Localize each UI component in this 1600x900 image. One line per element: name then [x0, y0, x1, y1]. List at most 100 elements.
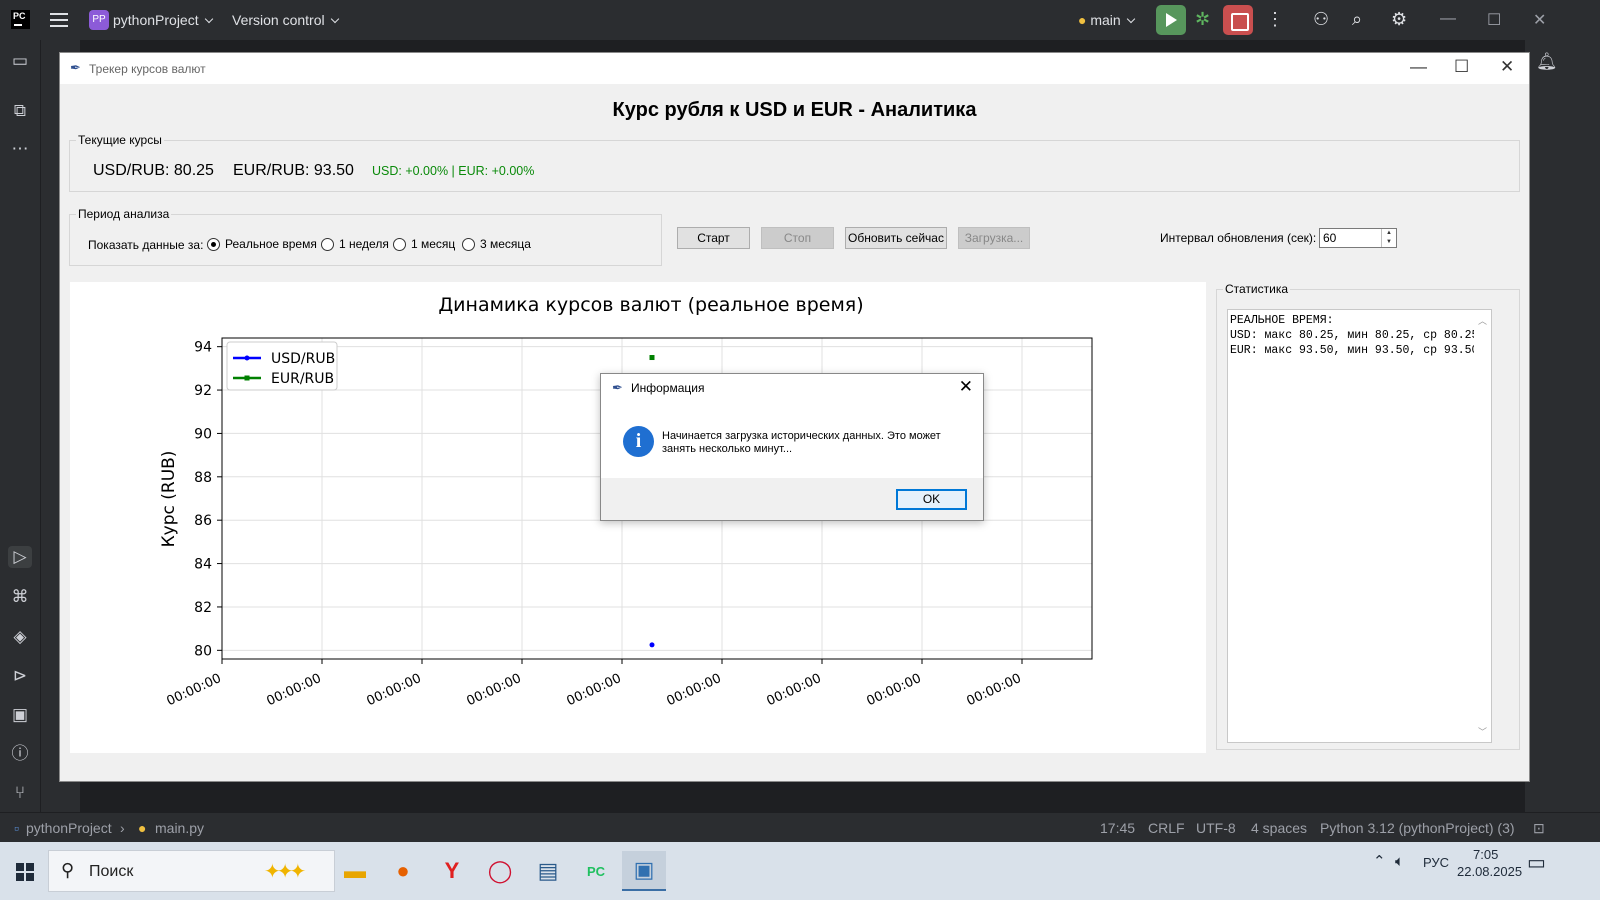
ok-button[interactable]: OK	[896, 489, 967, 510]
notifications-icon[interactable]: ▭	[1527, 850, 1546, 875]
breadcrumb-project[interactable]: pythonProject	[26, 820, 112, 836]
file-encoding[interactable]: UTF-8	[1196, 820, 1236, 836]
tray-chevron-up-icon[interactable]: ⌃	[1373, 852, 1386, 870]
services-icon[interactable]: ⊳	[8, 665, 32, 687]
close-icon[interactable]: ✕	[1500, 57, 1514, 77]
indent-setting[interactable]: 4 spaces	[1251, 820, 1307, 836]
eur-rate-label: EUR/RUB: 93.50	[233, 162, 354, 179]
data-point-eur	[649, 355, 655, 361]
line-separator[interactable]: CRLF	[1148, 820, 1185, 836]
radio-indicator	[462, 237, 475, 251]
scroll-down-icon[interactable]: ﹀	[1474, 725, 1491, 738]
y-tick-label: 82	[194, 600, 212, 616]
period-label: Показать данные за:	[88, 238, 204, 252]
project-folder-icon[interactable]: ▭	[8, 50, 32, 72]
problems-icon[interactable]: ⓘ	[8, 743, 32, 765]
stop-run-button[interactable]	[1223, 5, 1253, 35]
current-rates-legend: Текущие курсы	[78, 133, 162, 147]
y-tick-label: 94	[194, 340, 212, 356]
pycharm-taskbar-icon[interactable]: PC	[574, 851, 618, 891]
start-button[interactable]: Старт	[677, 227, 750, 249]
chart-legend: USD/RUB EUR/RUB	[226, 341, 338, 391]
radio-realtime-label: Реальное время	[225, 237, 317, 251]
windows-start-icon[interactable]	[16, 863, 34, 881]
x-tick-label: 00:00:00	[864, 671, 923, 709]
run-tool-icon[interactable]: ▷	[8, 546, 32, 568]
clock-time[interactable]: 7:05	[1473, 847, 1498, 862]
more-tools-icon[interactable]: ⋯	[8, 138, 32, 160]
tk-feather-icon: ✒	[612, 380, 623, 395]
breadcrumb-file[interactable]: main.py	[155, 820, 204, 836]
maximize-icon[interactable]: ☐	[1454, 57, 1469, 77]
settings-gear-icon[interactable]: ⚙	[1391, 9, 1407, 30]
project-name: pythonProject	[113, 12, 199, 28]
radio-3-months-label: 3 месяца	[480, 237, 531, 251]
vcs-menu[interactable]: Version control	[232, 12, 339, 28]
x-tick-label: 00:00:00	[764, 671, 823, 709]
structure-icon[interactable]: ⧉	[8, 100, 32, 122]
data-point-usd	[649, 642, 655, 648]
python-interpreter[interactable]: Python 3.12 (pythonProject) (3)	[1320, 820, 1515, 836]
stats-textbox[interactable]: РЕАЛЬНОЕ ВРЕМЯ: USD: макс 80.25, мин 80.…	[1227, 309, 1492, 743]
scroll-up-icon[interactable]: ︿	[1474, 314, 1491, 327]
x-axis-ticks: 00:00:00 00:00:00 00:00:00 00:00:00 00:00:00…	[164, 659, 1024, 709]
volume-icon[interactable]: 🔈︎	[1395, 853, 1404, 870]
radio-1-week[interactable]: 1 неделя	[321, 237, 389, 251]
project-selector[interactable]: pythonProject	[113, 12, 213, 28]
dialog-message: Начинается загрузка исторических данных.…	[662, 430, 941, 455]
dialog-close-icon[interactable]: ✕	[959, 377, 973, 397]
terminal-icon[interactable]: ▣	[8, 704, 32, 726]
taskbar-search[interactable]: ⚲ Поиск ✦✦✦	[48, 850, 335, 892]
page-title: Курс рубля к USD и EUR - Аналитика	[612, 99, 977, 121]
notepad-icon[interactable]: ▤	[526, 851, 570, 891]
period-legend: Период анализа	[78, 207, 170, 221]
legend-label: EUR/RUB	[271, 371, 334, 387]
spinbox-arrows-icon[interactable]: ▲ ▼	[1381, 229, 1396, 247]
load-history-button[interactable]: Загрузка...	[958, 227, 1030, 249]
app-window-title: Трекер курсов валют	[89, 62, 206, 76]
git-icon[interactable]: ⑂	[8, 782, 32, 804]
stats-scrollbar[interactable]: ︿ ﹀	[1474, 310, 1491, 742]
radio-3-months[interactable]: 3 месяца	[462, 237, 531, 251]
add-user-icon[interactable]: ⚇	[1313, 9, 1329, 30]
app-titlebar: ✒ Трекер курсов валют — ☐ ✕	[60, 53, 1529, 84]
python-app-taskbar-icon[interactable]: ▣	[622, 851, 666, 891]
legend-marker	[244, 375, 250, 381]
minimize-icon[interactable]: —	[1410, 57, 1427, 77]
debug-icon[interactable]: ✲	[1195, 9, 1210, 30]
opera-icon[interactable]: ◯	[478, 851, 522, 891]
notifications-bell-icon[interactable]: 🔔︎	[1536, 52, 1558, 72]
more-actions-icon[interactable]: ⋮	[1266, 9, 1284, 30]
radio-1-month[interactable]: 1 месяц	[393, 237, 455, 251]
caret-position[interactable]: 17:45	[1100, 820, 1135, 836]
file-explorer-icon[interactable]: ▬	[333, 851, 377, 891]
maximize-icon[interactable]: ☐	[1487, 10, 1501, 30]
stop-button[interactable]: Стоп	[761, 227, 834, 249]
radio-1-week-label: 1 неделя	[339, 237, 389, 251]
yandex-browser-icon[interactable]: Y	[430, 851, 474, 891]
stats-line-header: РЕАЛЬНОЕ ВРЕМЯ:	[1230, 314, 1334, 327]
close-icon[interactable]: ✕	[1533, 10, 1546, 30]
search-icon[interactable]: ⌕	[1352, 9, 1362, 30]
clock-date[interactable]: 22.08.2025	[1457, 864, 1522, 879]
x-tick-label: 00:00:00	[164, 671, 223, 709]
minimize-icon[interactable]: —	[1440, 10, 1456, 28]
run-config-selector[interactable]: ● main	[1078, 12, 1135, 28]
x-tick-label: 00:00:00	[564, 671, 623, 709]
vcs-menu-label: Version control	[232, 12, 325, 28]
radio-realtime[interactable]: Реальное время	[207, 237, 317, 251]
refresh-now-button[interactable]: Обновить сейчас	[845, 227, 947, 249]
interval-spinbox[interactable]: 60 ▲ ▼	[1319, 228, 1397, 248]
layers-icon[interactable]: ◈	[8, 626, 32, 648]
stats-legend: Статистика	[1225, 282, 1289, 296]
lock-icon[interactable]: ⊡	[1533, 820, 1545, 837]
language-indicator[interactable]: РУС	[1423, 855, 1449, 870]
ide-tool-strip: ▭ ⧉ ⋯ ▷ ⌘ ◈ ⊳ ▣ ⓘ ⑂	[0, 40, 40, 812]
x-tick-label: 00:00:00	[264, 671, 323, 709]
rerun-button[interactable]	[1156, 5, 1186, 35]
y-axis-label: Курс (RUB)	[159, 451, 179, 548]
main-menu-icon[interactable]	[50, 13, 68, 27]
python-console-icon[interactable]: ⌘	[8, 586, 32, 608]
ide-right-strip	[1525, 40, 1600, 812]
firefox-icon[interactable]: ●	[381, 851, 425, 891]
